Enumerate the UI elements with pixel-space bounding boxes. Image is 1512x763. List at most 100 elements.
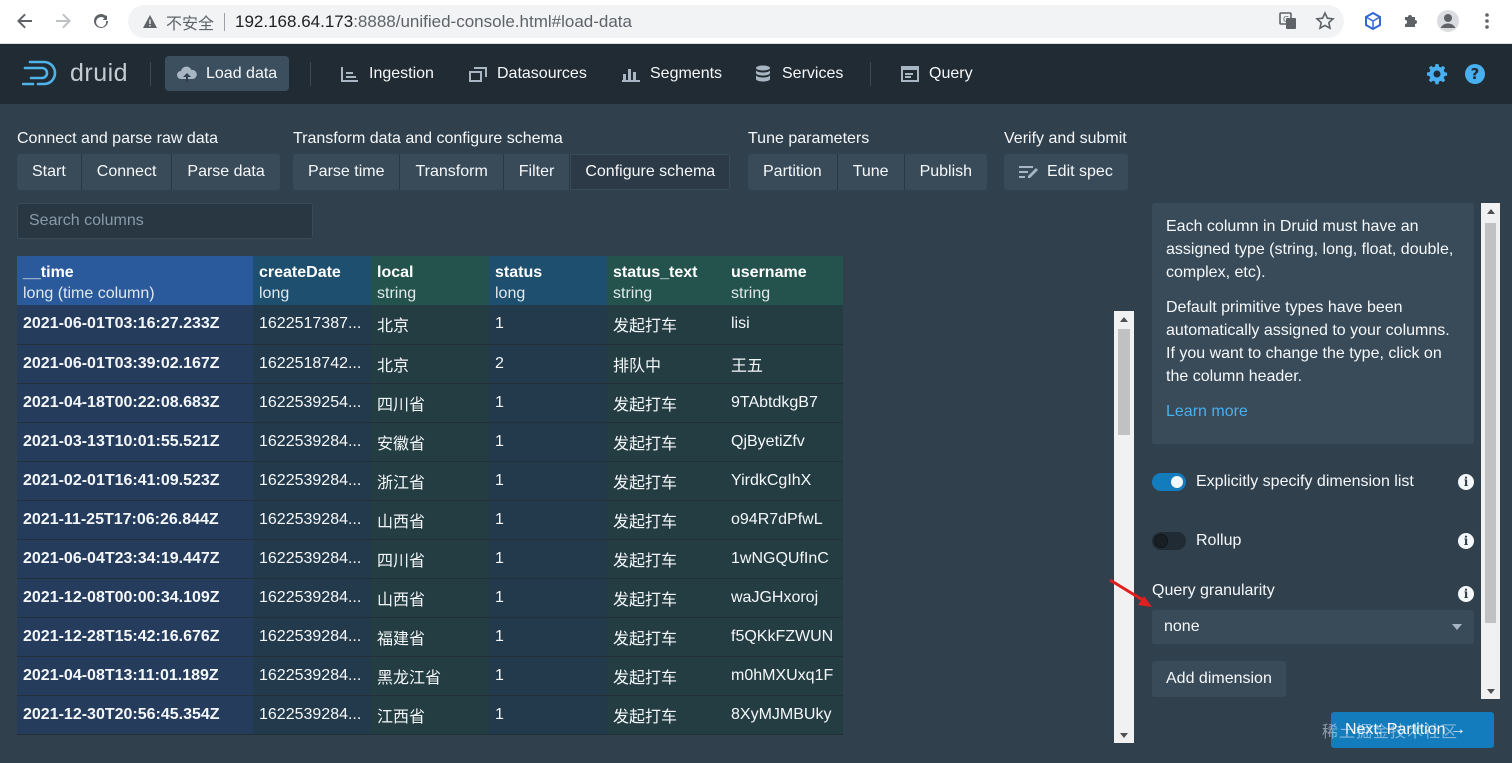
step-configure-schema-button[interactable]: Configure schema [570,154,731,190]
info-icon[interactable]: i [1458,586,1474,602]
rollup-row: Rollup i [1152,529,1474,553]
table-row: 2021-12-08T00:00:34.109Z 1622539284... 山西省… [17,578,843,618]
nav-segments-label: Segments [650,64,723,82]
column-header-status-text[interactable]: status_text string [607,256,725,305]
step-filter-button[interactable]: Filter [503,154,571,190]
info-icon[interactable]: i [1458,474,1474,490]
column-type: string [377,285,417,302]
nav-divider [310,62,311,86]
scrollbar-thumb[interactable] [1118,329,1130,435]
column-header-username[interactable]: username string [725,256,843,305]
settings-gear-icon[interactable] [1425,62,1449,86]
cell-createdate: 1622539284... [253,539,371,579]
column-name: username [731,264,807,281]
scroll-up-arrow-icon[interactable] [1481,203,1500,219]
kebab-menu-icon[interactable] [1474,8,1500,34]
learn-more-link[interactable]: Learn more [1166,400,1460,423]
nav-ingestion-label: Ingestion [369,64,434,82]
nav-query[interactable]: Query [888,56,985,91]
cell-createdate: 1622539284... [253,695,371,735]
cell-createdate: 1622539284... [253,617,371,657]
step-publish-button[interactable]: Publish [904,154,988,190]
scroll-up-arrow-icon[interactable] [1114,311,1134,327]
table-row: 2021-04-18T00:22:08.683Z 1622539254... 四川省… [17,383,843,423]
cell-local: 黑龙江省 [371,656,489,696]
cell-time: 2021-11-25T17:06:26.844Z [17,500,253,540]
column-name: createDate [259,264,341,281]
cell-status-text: 排队中 [607,344,725,384]
translate-icon[interactable]: G [1275,8,1301,34]
nav-datasources[interactable]: Datasources [456,56,599,91]
address-bar[interactable]: 不安全 192.168.64.173:8888/unified-console.… [128,5,1344,38]
table-row: 2021-11-25T17:06:26.844Z 1622539284... 山西省… [17,500,843,540]
cell-time: 2021-06-01T03:16:27.233Z [17,305,253,345]
cell-status: 1 [489,305,607,345]
cell-time: 2021-12-28T15:42:16.676Z [17,617,253,657]
druid-logo[interactable]: druid [22,58,128,88]
query-granularity-value: none [1164,618,1200,635]
cell-status: 1 [489,656,607,696]
help-icon[interactable]: ? [1463,62,1487,86]
column-type: string [731,285,771,302]
bookmark-star-icon[interactable] [1312,8,1338,34]
scrollbar-thumb[interactable] [1485,223,1496,623]
column-header-time[interactable]: __time long (time column) [17,256,253,305]
step-group-title: Transform data and configure schema [293,130,563,147]
cell-createdate: 1622539284... [253,422,371,462]
scroll-down-arrow-icon[interactable] [1114,727,1134,743]
cell-username: lisi [725,305,843,345]
table-scrollbar[interactable] [1114,311,1134,743]
panel-scrollbar[interactable] [1481,203,1500,699]
explicit-dimensions-toggle[interactable] [1152,473,1186,491]
step-connect-button[interactable]: Connect [81,154,173,190]
multi-select-icon [468,64,488,84]
cell-status-text: 发起打车 [607,617,725,657]
table-row: 2021-12-28T15:42:16.676Z 1622539284... 福建省… [17,617,843,657]
cell-time: 2021-04-18T00:22:08.683Z [17,383,253,423]
search-columns-input[interactable] [17,203,313,239]
cell-status-text: 发起打车 [607,500,725,540]
column-header-status[interactable]: status long [489,256,607,305]
info-icon[interactable]: i [1458,533,1474,549]
cell-local: 山西省 [371,500,489,540]
step-start-button[interactable]: Start [17,154,82,190]
cell-status-text: 发起打车 [607,305,725,345]
extensions-puzzle-icon[interactable] [1398,8,1424,34]
cell-status-text: 发起打车 [607,539,725,579]
cell-status-text: 发起打车 [607,461,725,501]
column-header-createdate[interactable]: createDate long [253,256,371,305]
cell-username: 王五 [725,344,843,384]
browser-toolbar: 不安全 192.168.64.173:8888/unified-console.… [0,0,1512,44]
chart-icon [340,64,360,84]
add-dimension-button[interactable]: Add dimension [1152,661,1286,697]
step-edit-spec-button[interactable]: Edit spec [1004,154,1128,190]
cell-username: QjByetiZfv [725,422,843,462]
profile-avatar-icon[interactable] [1435,8,1461,34]
back-icon[interactable] [12,8,38,34]
cell-time: 2021-06-01T03:39:02.167Z [17,344,253,384]
column-header-local[interactable]: local string [371,256,489,305]
step-group-title: Connect and parse raw data [17,130,219,147]
cell-status-text: 发起打车 [607,578,725,618]
nav-load-data[interactable]: Load data [165,56,290,91]
step-parse-time-button[interactable]: Parse time [293,154,401,190]
nav-services[interactable]: Services [741,56,855,91]
reload-icon[interactable] [88,8,114,34]
step-parse-data-button[interactable]: Parse data [172,154,280,190]
rollup-toggle[interactable] [1152,532,1186,550]
nav-segments[interactable]: Segments [609,56,734,91]
forward-icon[interactable] [50,8,76,34]
scroll-down-arrow-icon[interactable] [1481,683,1500,699]
warning-icon [140,12,160,32]
extension-cube-icon[interactable] [1360,8,1386,34]
nav-ingestion[interactable]: Ingestion [328,56,446,91]
cell-local: 北京 [371,305,489,345]
step-tune-button[interactable]: Tune [837,154,905,190]
table-row: 2021-06-01T03:16:27.233Z 1622517387... 北京 1… [17,305,843,345]
query-granularity-select[interactable]: none [1152,610,1474,644]
help-paragraph-defaults: Default primitive types have been automa… [1166,299,1450,385]
cell-createdate: 1622539284... [253,578,371,618]
step-transform-button[interactable]: Transform [400,154,504,190]
step-partition-button[interactable]: Partition [748,154,838,190]
cell-local: 福建省 [371,617,489,657]
